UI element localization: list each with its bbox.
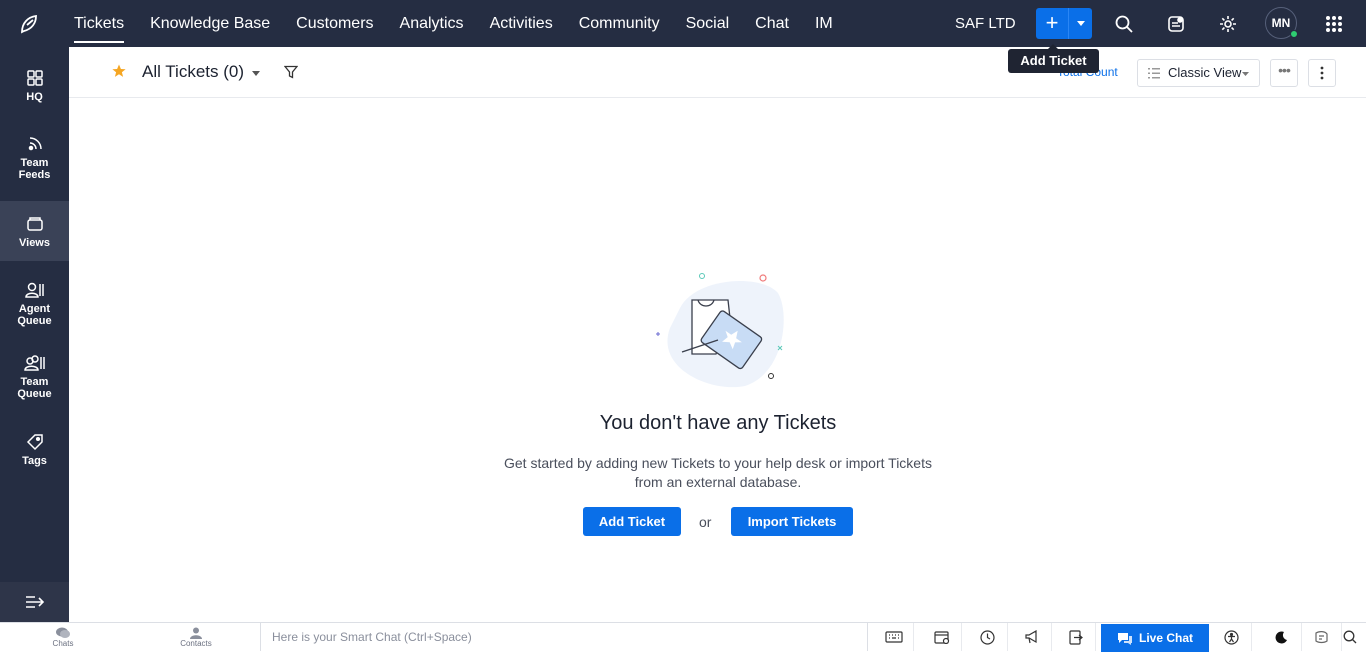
import-tickets-button[interactable]: Import Tickets [731,507,853,536]
add-ticket-button[interactable]: + [1036,8,1068,39]
left-sidebar: HQ Team Feeds Views Agent Queue Team Que… [0,47,69,622]
or-separator: or [699,514,712,530]
tab-tickets[interactable]: Tickets [61,0,137,47]
sidebar-item-label: Tags [22,455,47,467]
tab-community[interactable]: Community [566,0,673,47]
search-icon[interactable] [1112,12,1136,36]
sidebar-item-label: Team Feeds [18,157,51,181]
empty-state-title: You don't have any Tickets [599,412,837,434]
sidebar-item-views[interactable]: Views [0,201,69,261]
kebab-icon [1320,66,1324,80]
empty-state-description: Get started by adding new Tickets to you… [504,455,932,490]
view-header: All Tickets (0) Total Count Classic View… [69,47,1366,98]
grid-icon [26,70,43,86]
notes-icon[interactable] [1164,12,1188,36]
top-navigation-bar: Tickets Knowledge Base Customers Analyti… [0,0,1366,47]
view-mode-label: Classic View [1168,65,1242,80]
sidebar-item-label: Team Queue [17,376,52,400]
add-dropdown-button[interactable] [1068,8,1092,39]
exit-icon[interactable] [1056,623,1096,651]
calendar-settings-icon[interactable] [922,623,962,651]
sidebar-item-team-feeds[interactable]: Team Feeds [0,135,69,181]
announcement-icon[interactable] [1012,623,1052,651]
sidebar-expand-button[interactable] [0,582,69,622]
chevron-down-icon [1076,21,1085,26]
add-ticket-tooltip: Add Ticket [1008,44,1099,73]
feed-icon [28,137,42,151]
tab-social[interactable]: Social [673,0,743,47]
chats-label: Chats [52,639,74,648]
add-ticket-cta-button[interactable]: Add Ticket [583,507,681,536]
contacts-button[interactable]: Contacts [170,623,222,652]
sidebar-item-label: Agent Queue [17,303,52,327]
sidebar-item-team-queue[interactable]: Team Queue [0,354,69,400]
sidebar-item-hq[interactable]: HQ [0,69,69,103]
kebab-menu-button[interactable] [1308,59,1336,87]
search-icon[interactable] [1334,623,1366,651]
sidebar-item-label: Views [19,237,50,249]
folder-icon [26,217,43,231]
live-chat-button[interactable]: Live Chat [1101,624,1209,652]
caret-down-icon [1242,72,1249,76]
org-name[interactable]: SAF LTD [955,0,1016,47]
live-chat-label: Live Chat [1138,631,1193,645]
view-mode-dropdown[interactable]: Classic View [1137,59,1260,87]
view-title[interactable]: All Tickets (0) [142,62,244,82]
accessibility-icon[interactable] [1212,623,1252,651]
tab-activities[interactable]: Activities [477,0,566,47]
empty-tickets-illustration [656,273,784,388]
star-icon[interactable] [112,64,126,78]
tab-knowledge-base[interactable]: Knowledge Base [137,0,283,47]
agent-icon [24,282,44,298]
logo-icon[interactable] [0,0,58,47]
sidebar-item-agent-queue[interactable]: Agent Queue [0,281,69,327]
filter-icon[interactable] [284,65,298,79]
tag-icon [26,434,43,451]
chat-icon [1117,632,1132,645]
tab-analytics[interactable]: Analytics [387,0,477,47]
caret-down-icon[interactable] [252,71,260,76]
team-icon [23,355,45,371]
contacts-label: Contacts [180,639,212,648]
expand-arrow-icon [25,596,44,608]
sidebar-item-tags[interactable]: Tags [0,433,69,467]
keyboard-icon[interactable] [874,623,914,651]
more-options-button[interactable]: ••• [1270,59,1298,87]
tab-im[interactable]: IM [802,0,846,47]
dark-mode-icon[interactable] [1262,623,1302,651]
list-icon [1148,68,1160,79]
online-status-dot [1290,30,1298,38]
apps-grid-icon[interactable] [1322,12,1346,36]
tab-customers[interactable]: Customers [283,0,386,47]
sidebar-item-label: HQ [26,91,43,103]
contacts-icon [190,627,202,639]
bottom-toolbar: Chats Contacts Here is your Smart Chat (… [0,622,1366,652]
clock-icon[interactable] [968,623,1008,651]
module-tabs: Tickets Knowledge Base Customers Analyti… [61,0,846,47]
tab-chat[interactable]: Chat [742,0,802,47]
gear-icon[interactable] [1216,12,1240,36]
chat-bubbles-icon [56,627,70,638]
smart-chat-input[interactable]: Here is your Smart Chat (Ctrl+Space) [260,623,868,651]
chats-button[interactable]: Chats [40,623,86,652]
